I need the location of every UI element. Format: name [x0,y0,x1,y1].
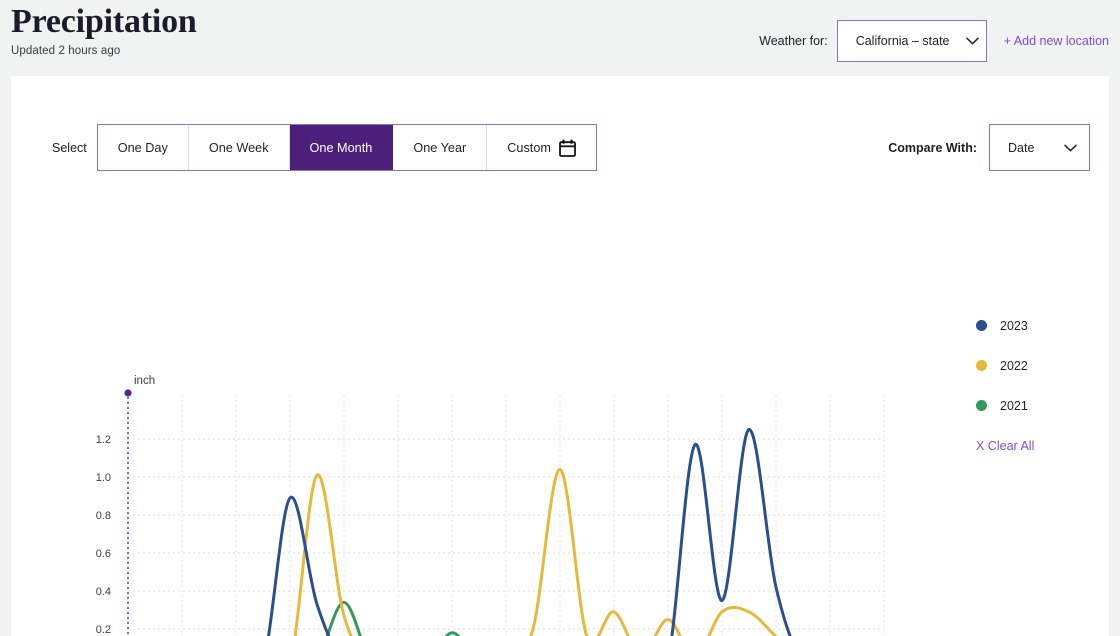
range-tab-one-week[interactable]: One Week [188,125,290,170]
y-axis-title: inch [134,375,155,387]
compare-with-label: Compare With: [888,140,977,155]
range-tab-label: Custom [507,140,551,155]
range-tab-one-day[interactable]: One Day [97,125,189,170]
chart-canvas[interactable]: 0.00.20.40.60.81.01.2Dec 05Dec 09Dec 13D… [11,171,1109,636]
location-select-value: California – state [855,34,950,48]
chevron-down-icon [1064,144,1077,151]
legend-color-swatch [976,320,987,331]
legend-label: 2022 [1000,358,1028,373]
page-subtitle: Updated 2 hours ago [11,45,121,57]
legend-item-2023[interactable]: 2023 [976,318,1034,333]
legend-label: 2021 [1000,398,1028,413]
header-controls: Weather for: California – state + Add ne… [759,20,1109,62]
y-axis-tick-label: 0.8 [96,510,111,522]
legend-color-swatch [976,360,987,371]
range-tab-custom[interactable]: Custom [487,125,596,170]
add-new-location-link[interactable]: + Add new location [1004,34,1109,48]
y-axis-tick-label: 0.2 [96,624,111,636]
range-tab-one-month[interactable]: One Month [289,125,394,170]
legend-color-swatch [976,400,987,411]
range-tab-label: One Week [208,140,269,155]
y-axis-tick-label: 0.6 [96,548,111,560]
y-axis-tick-label: 0.4 [96,586,111,598]
page-title: Precipitation [11,3,197,40]
y-axis-tick-label: 1.2 [96,434,111,446]
clear-all-button[interactable]: X Clear All [976,439,1034,453]
legend-label: 2023 [1000,318,1028,333]
compare-with-select[interactable]: Date [989,124,1090,171]
location-select[interactable]: California – state [836,20,987,62]
range-select-group: Select One Day One Week One Month One Ye… [52,124,597,171]
chevron-down-icon [965,37,979,45]
chart-legend: 2023 2022 2021 X Clear All [976,319,1034,453]
select-label: Select [52,140,87,155]
legend-item-2021[interactable]: 2021 [976,398,1034,413]
title-block: Precipitation Updated 2 hours ago [11,2,197,57]
calendar-icon [559,139,576,157]
chart-card: Select One Day One Week One Month One Ye… [11,76,1109,636]
weather-for-label: Weather for: [759,34,828,48]
range-tab-label: One Year [413,140,467,155]
range-segmented-control: One Day One Week One Month One Year Cust… [96,124,597,171]
compare-with-value: Date [1008,140,1035,155]
page-header: Precipitation Updated 2 hours ago Weathe… [0,0,1120,76]
legend-item-2022[interactable]: 2022 [976,358,1034,373]
y-axis-tick-label: 1.0 [96,472,111,484]
range-tab-one-year[interactable]: One Year [393,125,488,170]
range-tab-label: One Month [309,140,373,155]
precipitation-chart: 0.00.20.40.60.81.01.2Dec 05Dec 09Dec 13D… [11,171,1109,636]
compare-with-group: Compare With: Date [888,124,1090,171]
range-tab-label: One Day [117,140,168,155]
chart-toolbar: Select One Day One Week One Month One Ye… [11,76,1109,171]
